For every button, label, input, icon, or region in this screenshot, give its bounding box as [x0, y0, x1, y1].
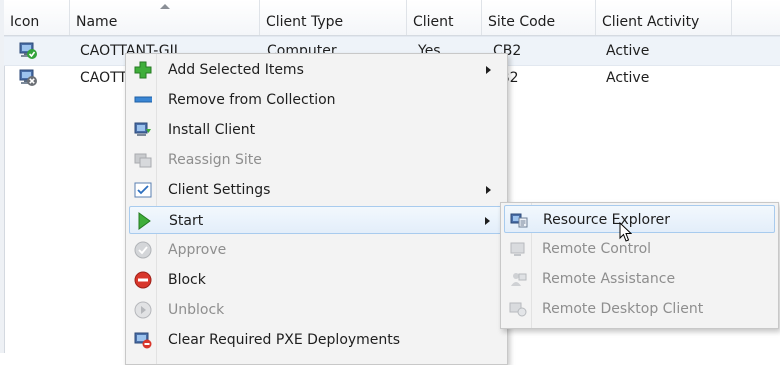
column-header-client[interactable]: Client [407, 0, 482, 35]
menu-item-label: Install Client [168, 122, 256, 138]
menu-item-label: Remove from Collection [168, 92, 336, 108]
context-menu: Add Selected Items Remove from Collectio… [125, 53, 508, 365]
menu-item-label: Block [168, 272, 206, 288]
column-header-client-activity[interactable]: Client Activity [596, 0, 732, 35]
menu-item-remove-from-collection[interactable]: Remove from Collection [129, 86, 504, 114]
menu-item-label: Start [169, 213, 204, 229]
row-name: CAOTT [80, 70, 127, 86]
remote-control-icon [510, 242, 525, 256]
submenu-item-remote-assistance[interactable]: Remote Assistance [504, 265, 775, 293]
remote-desktop-icon [509, 302, 527, 317]
column-header-icon[interactable]: Icon [4, 0, 70, 35]
menu-item-label: Resource Explorer [543, 212, 670, 228]
menu-item-label: Remote Control [542, 241, 652, 257]
unblock-icon [134, 301, 152, 319]
row-client-activity: Active [606, 43, 650, 59]
row-client-activity: Active [606, 70, 650, 86]
menu-item-start[interactable]: Start [129, 206, 504, 234]
menu-item-label: Unblock [168, 302, 225, 318]
column-label: Client Activity [602, 14, 700, 30]
mouse-cursor-icon [619, 222, 632, 242]
remote-assistance-icon [511, 273, 527, 286]
menu-item-label: Remote Desktop Client [542, 301, 704, 317]
client-settings-icon [134, 182, 152, 198]
resource-explorer-icon [510, 213, 528, 228]
sort-ascending-icon [160, 4, 170, 9]
computer-check-icon [19, 42, 37, 59]
column-label: Site Code [488, 14, 556, 30]
column-label: Client Type [266, 14, 344, 30]
menu-item-label: Client Settings [168, 182, 271, 198]
green-play-icon [138, 212, 151, 230]
install-client-icon [134, 122, 151, 136]
column-label: Name [76, 14, 118, 30]
block-icon [134, 271, 152, 289]
menu-item-client-settings[interactable]: Client Settings [129, 176, 504, 204]
submenu-arrow-icon [486, 66, 491, 74]
submenu-item-remote-desktop-client[interactable]: Remote Desktop Client [504, 295, 775, 323]
menu-item-label: Remote Assistance [542, 271, 676, 287]
column-header-site-code[interactable]: Site Code [482, 0, 596, 35]
blue-minus-icon [134, 96, 152, 103]
submenu-item-remote-control[interactable]: Remote Control [504, 235, 775, 263]
pxe-icon [134, 332, 152, 349]
menu-item-install-client[interactable]: Install Client [129, 116, 504, 144]
submenu-arrow-icon [486, 186, 491, 194]
grid-header: Icon Name Client Type Client Site Code C… [4, 0, 780, 36]
menu-item-block[interactable]: Block [129, 266, 504, 294]
column-header-client-type[interactable]: Client Type [260, 0, 407, 35]
start-submenu: Resource Explorer Remote Control Remote … [500, 202, 779, 329]
menu-item-label: Clear Required PXE Deployments [168, 332, 401, 348]
menu-item-reassign-site[interactable]: Reassign Site [129, 146, 504, 174]
menu-item-label: Add Selected Items [168, 62, 304, 78]
column-label: Client [413, 14, 454, 30]
menu-item-add-selected-items[interactable]: Add Selected Items [129, 56, 504, 84]
computer-x-icon [19, 69, 37, 86]
menu-item-label: Approve [168, 242, 227, 258]
column-label: Icon [10, 14, 40, 30]
menu-item-label: Reassign Site [168, 152, 262, 168]
menu-item-clear-required-pxe-deployments[interactable]: Clear Required PXE Deployments [129, 326, 504, 354]
submenu-arrow-icon [485, 217, 490, 225]
reassign-site-icon [134, 153, 152, 168]
menu-item-approve[interactable]: Approve [129, 236, 504, 264]
menu-item-unblock[interactable]: Unblock [129, 296, 504, 324]
submenu-item-resource-explorer[interactable]: Resource Explorer [504, 205, 775, 233]
green-plus-icon [134, 61, 152, 79]
approve-check-icon [134, 241, 152, 259]
